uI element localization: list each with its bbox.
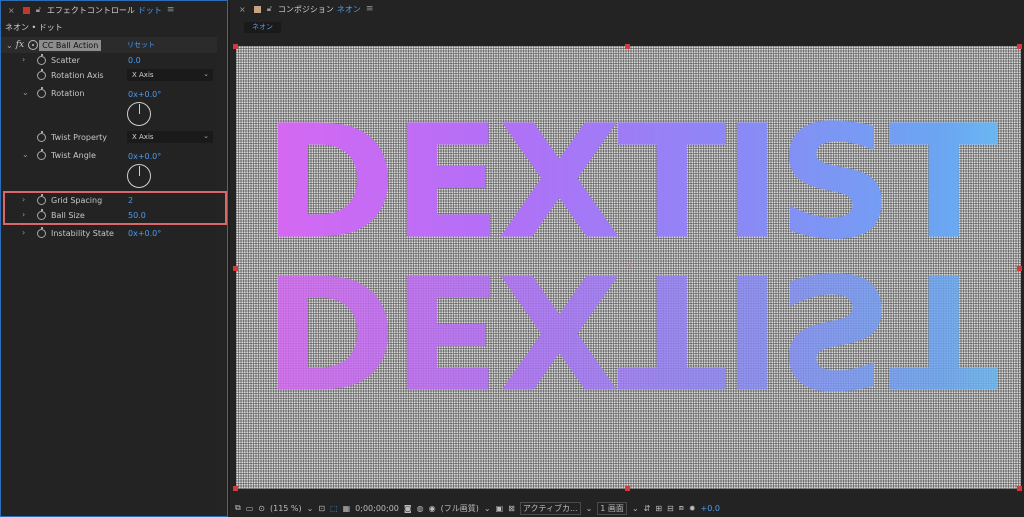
composition-subtab[interactable]: ネオン <box>244 22 281 33</box>
effect-controls-tab[interactable]: × 🔓︎ エフェクトコントロール ドット ≡ <box>1 1 227 19</box>
effect-name[interactable]: CC Ball Action <box>39 39 102 51</box>
chevron-down-icon[interactable]: ⌄ <box>22 150 29 159</box>
chevron-down-icon[interactable]: ⌄ <box>484 504 491 513</box>
effect-header-row[interactable]: ⌄ fx CC Ball Action リセット <box>1 37 217 53</box>
property-row-rotation: ⌄ Rotation 0x+0.0° <box>1 86 217 102</box>
select-value: X Axis <box>132 133 154 141</box>
property-label: Twist Property <box>51 133 108 142</box>
property-row-twist-property: Twist Property X Axis ⌄ <box>1 130 217 146</box>
chevron-down-icon: ⌄ <box>203 132 209 140</box>
stopwatch-icon[interactable] <box>37 69 46 80</box>
property-value[interactable]: 0.0 <box>128 56 141 65</box>
close-icon[interactable]: × <box>8 6 15 15</box>
transform-handle[interactable] <box>1017 266 1022 271</box>
flowchart-icon[interactable]: ⧈ <box>679 503 684 513</box>
resolution-select[interactable]: (フル画質) <box>441 503 479 514</box>
transform-handle[interactable] <box>625 486 630 491</box>
property-row-twist-angle: ⌄ Twist Angle 0x+0.0° <box>1 148 217 164</box>
toggle-mask-icon[interactable]: ⊠ <box>508 504 515 513</box>
highlight-annotation <box>3 191 227 225</box>
reset-link[interactable]: リセット <box>127 40 155 50</box>
composition-panel: × 🔓︎ コンポジション ネオン ≡ ネオン DEXTIST DEXTIST ⌖… <box>230 0 1024 517</box>
lock-icon[interactable]: 🔓︎ <box>36 5 41 15</box>
effect-controls-panel: × 🔓︎ エフェクトコントロール ドット ≡ ネオン • ドット ⌄ fx CC… <box>0 0 228 517</box>
rotation-dial[interactable] <box>127 102 151 126</box>
anchor-point-icon[interactable]: ⌖ <box>624 260 636 272</box>
chevron-down-icon: ⌄ <box>203 70 209 78</box>
layout-select[interactable]: 1 画面 <box>597 501 627 515</box>
twist-angle-dial[interactable] <box>127 164 151 188</box>
camera-icon[interactable]: ◙ <box>404 504 412 513</box>
fx-toggle[interactable]: fx <box>16 40 24 50</box>
viewer-toolbar: ⧉ ▭ ⊙ (115 %) ⌄ ⊡ ⬚ ▦ 0;00;00;00 ◙ ◍ ◉ (… <box>230 499 1024 517</box>
composition-tab[interactable]: × 🔓︎ コンポジション ネオン ≡ <box>230 0 1024 18</box>
property-row-instability-state: › Instability State 0x+0.0° <box>1 226 217 242</box>
effect-3d-icon <box>28 40 39 50</box>
3d-draft-icon[interactable]: ⊟ <box>667 504 674 513</box>
property-label: Scatter <box>51 56 80 65</box>
stopwatch-icon[interactable] <box>37 87 46 98</box>
property-value[interactable]: 0x+0.0° <box>128 90 161 99</box>
reset-exposure-icon[interactable]: ⊞ <box>655 504 662 513</box>
exposure-icon[interactable]: ✹ <box>689 504 696 513</box>
composition-name: ネオン <box>336 4 361 14</box>
effect-controls-layer-name: ドット <box>137 5 162 15</box>
transform-handle[interactable] <box>1017 44 1022 49</box>
layer-breadcrumb: ネオン • ドット <box>5 23 63 32</box>
color-channels-icon[interactable]: ◉ <box>429 504 436 513</box>
panel-menu-icon[interactable]: ≡ <box>167 5 175 15</box>
close-icon[interactable]: × <box>239 5 246 14</box>
transform-handle[interactable] <box>233 486 238 491</box>
effect-controls-title: エフェクトコントロール <box>46 5 135 15</box>
chevron-down-icon[interactable]: ⌄ <box>307 504 314 513</box>
zoom-select[interactable]: (115 %) <box>270 504 302 513</box>
chevron-down-icon[interactable]: ⌄ <box>6 41 13 50</box>
property-row-scatter: › Scatter 0.0 <box>1 53 217 69</box>
timecode[interactable]: 0;00;00;00 <box>355 504 399 513</box>
fit-icon[interactable]: ⊡ <box>318 504 325 513</box>
property-label: Twist Angle <box>51 151 96 160</box>
stopwatch-icon[interactable] <box>37 227 46 238</box>
region-of-interest-icon[interactable]: ⬚ <box>330 504 338 513</box>
panel-menu-icon[interactable]: ≡ <box>366 4 374 14</box>
show-snapshot-icon[interactable]: ◍ <box>417 504 424 513</box>
always-preview-icon[interactable]: ⧉ <box>235 503 241 513</box>
transform-handle[interactable] <box>1017 486 1022 491</box>
property-label: Instability State <box>51 229 114 238</box>
panel-color-swatch <box>253 5 261 13</box>
share-view-icon[interactable]: ⇵ <box>644 504 651 513</box>
property-row-rotation-axis: Rotation Axis X Axis ⌄ <box>1 68 217 84</box>
twist-property-select[interactable]: X Axis ⌄ <box>127 131 213 143</box>
property-label: Rotation Axis <box>51 71 104 80</box>
property-value[interactable]: 0x+0.0° <box>128 152 161 161</box>
chevron-right-icon[interactable]: › <box>22 228 25 237</box>
transform-handle[interactable] <box>233 266 238 271</box>
exposure-value[interactable]: +0.0 <box>701 504 720 513</box>
fast-preview-icon[interactable]: ▣ <box>496 504 504 513</box>
select-value: X Axis <box>132 71 154 79</box>
composition-title: コンポジション <box>277 4 334 14</box>
monitor-icon[interactable]: ▭ <box>246 504 254 513</box>
transparency-grid-icon[interactable]: ▦ <box>343 504 351 513</box>
property-label: Rotation <box>51 89 85 98</box>
chevron-down-icon[interactable]: ⌄ <box>22 88 29 97</box>
canvas-text-reflection: DEXTIST <box>236 237 1021 420</box>
chevron-right-icon[interactable]: › <box>22 55 25 64</box>
stopwatch-icon[interactable] <box>37 149 46 160</box>
scrollbar[interactable] <box>217 37 226 515</box>
lock-icon[interactable]: 🔓︎ <box>267 4 272 14</box>
transform-handle[interactable] <box>625 44 630 49</box>
chevron-down-icon[interactable]: ⌄ <box>632 504 639 513</box>
composition-viewer[interactable]: DEXTIST DEXTIST ⌖ <box>236 46 1021 489</box>
rotation-axis-select[interactable]: X Axis ⌄ <box>127 69 213 81</box>
panel-color-swatch <box>22 6 30 14</box>
chevron-down-icon[interactable]: ⌄ <box>586 504 593 513</box>
view-select[interactable]: アクティブカ... <box>519 501 581 515</box>
vr-icon[interactable]: ⊙ <box>258 504 265 513</box>
transform-handle[interactable] <box>233 44 238 49</box>
stopwatch-icon[interactable] <box>37 54 46 65</box>
property-value[interactable]: 0x+0.0° <box>128 229 161 238</box>
stopwatch-icon[interactable] <box>37 131 46 142</box>
